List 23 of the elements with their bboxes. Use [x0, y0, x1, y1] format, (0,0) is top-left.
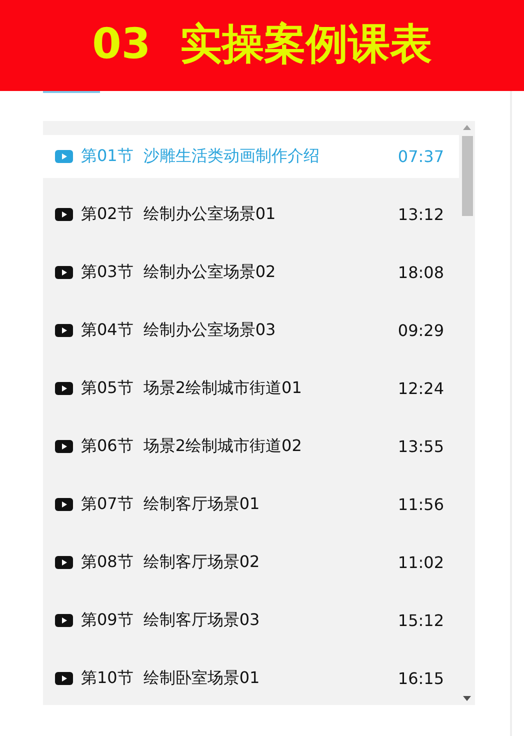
play-icon [55, 440, 73, 453]
lesson-item[interactable]: 第07节 绘制客厅场景01 11:56 [43, 483, 459, 526]
play-icon [55, 498, 73, 511]
lesson-item[interactable]: 第04节 绘制办公室场景03 09:29 [43, 309, 459, 352]
play-icon [55, 672, 73, 685]
play-icon [55, 556, 73, 569]
play-icon [55, 324, 73, 337]
play-icon [55, 382, 73, 395]
scroll-up-icon[interactable] [463, 125, 471, 130]
play-icon [55, 266, 73, 279]
lesson-item[interactable]: 第10节 绘制卧室场景01 16:15 [43, 657, 459, 700]
lesson-item[interactable]: 第03节 绘制办公室场景02 18:08 [43, 251, 459, 294]
scrollbar-thumb[interactable] [462, 136, 472, 216]
play-icon [55, 208, 73, 221]
lesson-item[interactable]: 第08节 绘制客厅场景02 11:02 [43, 541, 459, 584]
page-title: 03 实操案例课表 [92, 18, 432, 70]
lesson-item[interactable]: 第09节 绘制客厅场景03 15:12 [43, 599, 459, 642]
scroll-down-icon[interactable] [463, 696, 471, 701]
play-icon [55, 150, 73, 163]
lesson-item[interactable]: 第02节 绘制办公室场景01 13:12 [43, 193, 459, 236]
lesson-item[interactable]: 第06节 场景2绘制城市街道02 13:55 [43, 425, 459, 468]
play-icon [55, 614, 73, 627]
lesson-item[interactable]: 第05节 场景2绘制城市街道01 12:24 [43, 367, 459, 410]
